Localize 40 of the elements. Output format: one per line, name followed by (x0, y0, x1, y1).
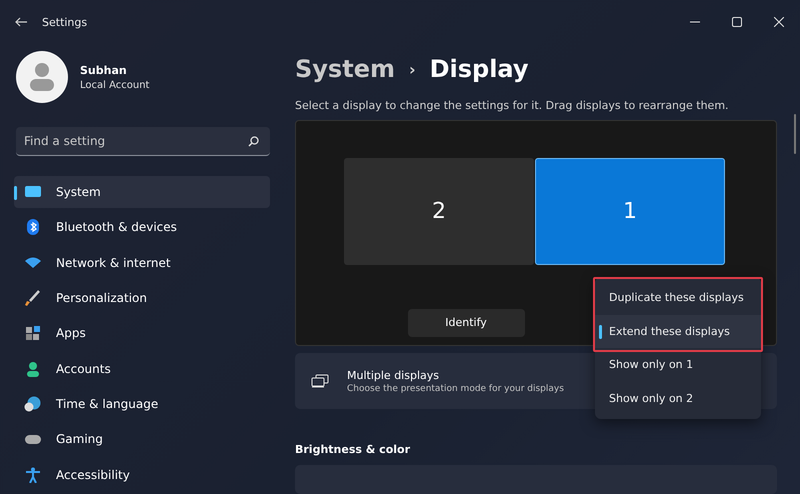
accessibility-icon (24, 466, 42, 483)
breadcrumb-parent[interactable]: System (295, 55, 395, 84)
person-icon (24, 360, 42, 377)
globe-clock-icon (24, 396, 42, 412)
search-icon (248, 136, 259, 147)
minimize-icon (690, 21, 700, 23)
sidebar-item[interactable]: Network & internet (14, 246, 270, 279)
sidebar-item[interactable]: Apps (14, 317, 270, 350)
card-title: Multiple displays (347, 368, 440, 382)
monitor-icon (24, 184, 42, 200)
wifi-icon (24, 254, 42, 271)
close-icon (774, 17, 784, 27)
display-tile[interactable]: 1 (535, 158, 725, 265)
card-description: Choose the presentation mode for your displays (347, 384, 564, 394)
breadcrumb-separator: › (408, 60, 416, 79)
sidebar-item[interactable]: Gaming (14, 423, 270, 456)
instruction-text: Select a display to change the settings for it. Drag displays to rearrange them. (295, 98, 730, 112)
bluetooth-icon (24, 219, 42, 236)
back-icon[interactable] (14, 17, 28, 27)
window-title: Settings (42, 16, 88, 28)
display-tile[interactable]: 2 (344, 158, 534, 265)
brush-icon (24, 290, 42, 306)
scrollbar[interactable] (794, 114, 796, 154)
sidebar-item[interactable]: Time & language (14, 388, 270, 420)
profile-name: Subhan (80, 64, 128, 77)
sidebar-item[interactable]: Accounts (14, 352, 270, 385)
apps-icon (24, 325, 42, 342)
maximize-icon (732, 17, 742, 27)
menu-item[interactable]: Extend these displays (595, 314, 761, 348)
page-title: Display (430, 55, 529, 84)
search-field[interactable]: Find a setting (16, 126, 270, 156)
account-type: Local Account (80, 80, 150, 91)
sidebar-item[interactable]: System (14, 176, 270, 208)
menu-item[interactable]: Duplicate these displays (595, 281, 761, 314)
multiple-displays-icon (311, 374, 329, 388)
sidebar-item[interactable]: Bluetooth & devices (14, 211, 270, 244)
sidebar-item[interactable]: Personalization (14, 282, 270, 314)
sidebar-item[interactable]: Accessibility (14, 458, 270, 491)
section-heading: Brightness & color (295, 442, 412, 456)
identify-button[interactable]: Identify (408, 308, 524, 337)
